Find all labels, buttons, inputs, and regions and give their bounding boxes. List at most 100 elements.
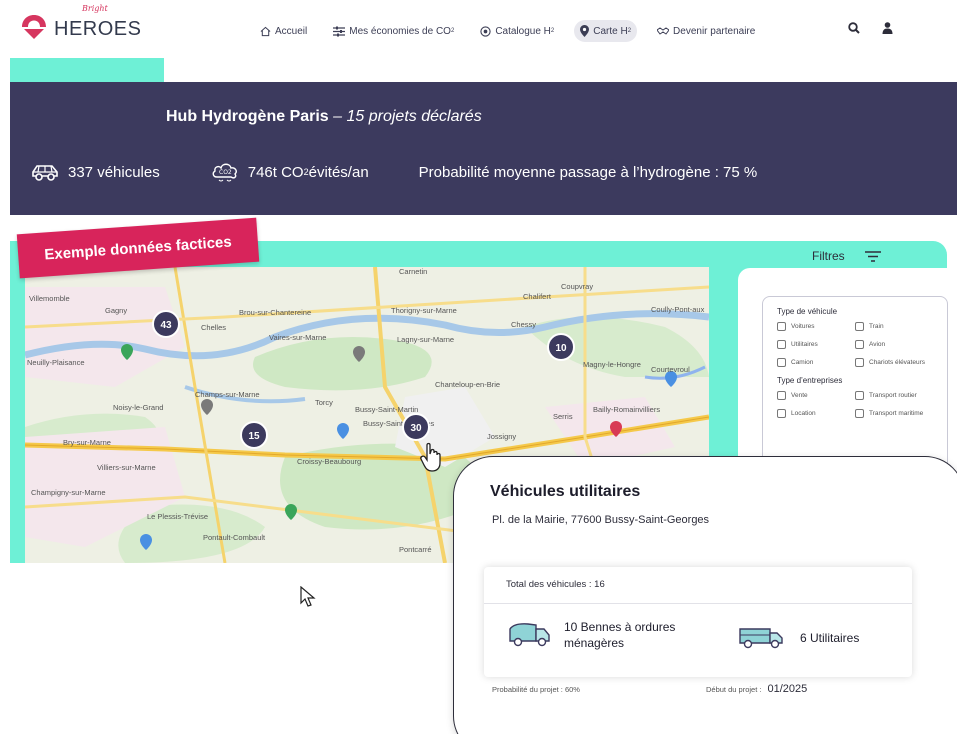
logo-script: Bright [82, 4, 108, 13]
map-place-label: Chessy [511, 320, 536, 329]
map-cluster[interactable]: 43 [152, 310, 180, 338]
stat-probability: Probabilité moyenne passage à l’hydrogèn… [418, 163, 758, 181]
user-icon[interactable] [882, 22, 893, 34]
map-place-label: Champigny-sur-Marne [31, 488, 106, 497]
filter-utilitaires[interactable]: Utilitaires [777, 340, 855, 349]
filter-group-vehicle-type: Type de véhicule [777, 307, 838, 316]
checkbox[interactable] [777, 358, 786, 367]
map-place-label: Villiers-sur-Marne [97, 463, 156, 472]
popup-address: Pl. de la Mairie, 77600 Bussy-Saint-Geor… [492, 514, 710, 526]
divider [484, 603, 912, 604]
logo[interactable]: Bright HEROES [18, 4, 141, 41]
checkbox[interactable] [777, 409, 786, 418]
map-poi-marker-icon[interactable] [285, 504, 297, 520]
hub-subtitle: 15 projets déclarés [346, 108, 482, 125]
map-place-label: Carnetin [399, 267, 427, 276]
map-place-label: Chelles [201, 323, 226, 332]
filter-avion[interactable]: Avion [855, 340, 945, 349]
car-icon [32, 165, 58, 181]
map-place-label: Le Plessis-Trévise [147, 512, 208, 521]
vehicle-total: Total des véhicules : 16 [506, 579, 605, 590]
filter-transport-maritime[interactable]: Transport maritime [855, 409, 945, 418]
filters-toggle[interactable]: Filtres [812, 249, 881, 263]
svg-text:15: 15 [248, 431, 260, 442]
map-place-label: Chanteloup-en-Brie [435, 380, 500, 389]
map-place-label: Courtevroul [651, 365, 690, 374]
svg-text:30: 30 [410, 423, 422, 434]
filter-chariots[interactable]: Chariots élévateurs [855, 358, 945, 367]
checkbox[interactable] [855, 409, 864, 418]
map-place-label: Pontault-Combault [203, 533, 266, 542]
project-popup: Véhicules utilitaires Pl. de la Mairie, … [453, 456, 957, 734]
hub-banner: Hub Hydrogène Paris – 15 projets déclaré… [10, 82, 957, 215]
nav-partenaire[interactable]: Devenir partenaire [651, 20, 761, 42]
svg-text:10: 10 [555, 343, 567, 354]
vehicle-item-utility: 6 Utilitaires [738, 625, 859, 651]
filter-group-company-type: Type d’entreprises [777, 376, 843, 385]
map-place-label: Bailly-Romainvilliers [593, 405, 660, 414]
home-icon [260, 26, 271, 36]
map-poi-marker-icon[interactable] [201, 399, 213, 415]
map-place-label: Gagny [105, 306, 127, 315]
nav-economies[interactable]: Mes économies de CO 2 [327, 20, 460, 42]
map-cluster[interactable]: 15 [240, 421, 268, 449]
map-place-label: Coupvray [561, 282, 593, 291]
filter-voitures[interactable]: Voitures [777, 322, 855, 331]
map-pin-icon [580, 25, 590, 37]
filter-camion[interactable]: Camion [777, 358, 855, 367]
map-place-label: Chalifert [523, 292, 552, 301]
logo-mark-icon [18, 11, 50, 41]
stat-vehicles: 337 véhicules [30, 163, 160, 181]
stat-co2: CO2 746t CO 2 évités/an [210, 160, 369, 184]
project-probability: Probabilité du projet : 60% [492, 685, 580, 694]
map-place-label: Magny-le-Hongre [583, 360, 641, 369]
filter-train[interactable]: Train [855, 322, 945, 331]
map-place-label: Croissy-Beaubourg [297, 457, 361, 466]
popup-title: Véhicules utilitaires [490, 483, 641, 500]
nav-accueil[interactable]: Accueil [254, 20, 313, 42]
checkbox[interactable] [777, 340, 786, 349]
project-start-value: 01/2025 [767, 683, 808, 695]
filter-vente[interactable]: Vente [777, 391, 855, 400]
map-place-label: Champs-sur-Marne [195, 390, 260, 399]
map-place-label: Jossigny [487, 432, 516, 441]
nav-carte[interactable]: Carte H2 [574, 20, 638, 42]
map-poi-marker-icon[interactable] [337, 423, 349, 439]
map-place-label: Villemomble [29, 294, 70, 303]
map-place-label: Pontcarré [399, 545, 432, 554]
map-forest-area [253, 337, 432, 391]
garbage-truck-icon [509, 623, 550, 647]
co2-cloud-icon: CO2 [212, 163, 237, 182]
search-icon[interactable] [848, 22, 860, 34]
map-place-label: Brou-sur-Chantereine [239, 308, 311, 317]
checkbox[interactable] [855, 322, 864, 331]
arrow-cursor-icon [300, 586, 316, 607]
map-place-label: Thorigny-sur-Marne [391, 306, 457, 315]
map-cluster[interactable]: 10 [547, 333, 575, 361]
map-cluster-selected[interactable]: 30 [402, 413, 430, 441]
vehicle-summary-card: Total des véhicules : 16 10 Bennes à ord… [484, 567, 912, 677]
utility-van-icon [739, 628, 783, 649]
plus-circle-icon [480, 25, 491, 37]
vehicle-item-garbage-truck: 10 Bennes à ordures ménagères [506, 619, 704, 651]
map-place-label: Serris [553, 412, 573, 421]
map-place-label: Torcy [315, 398, 333, 407]
checkbox[interactable] [855, 358, 864, 367]
filter-transport-routier[interactable]: Transport routier [855, 391, 945, 400]
top-header: Bright HEROES Accueil Mes économies de C… [0, 0, 957, 58]
map-place-label: Bry-sur-Marne [63, 438, 111, 447]
sliders-icon [333, 26, 346, 36]
map-place-label: Bussy-Saint-Martin [355, 405, 418, 414]
filter-location[interactable]: Location [777, 409, 855, 418]
checkbox[interactable] [777, 322, 786, 331]
hub-title: Hub Hydrogène Paris – 15 projets déclaré… [166, 108, 482, 125]
main-nav: Accueil Mes économies de CO 2 Catalogue H… [254, 20, 775, 42]
nav-catalogue[interactable]: Catalogue H2 [474, 20, 560, 42]
map-place-label: Vaires-sur-Marne [269, 333, 326, 342]
checkbox[interactable] [855, 391, 864, 400]
checkbox[interactable] [855, 340, 864, 349]
mint-accent-strip [10, 58, 164, 82]
filter-lines-icon [864, 250, 881, 262]
filters-box: Type de véhicule Voitures Train Utilitai… [762, 296, 948, 476]
checkbox[interactable] [777, 391, 786, 400]
